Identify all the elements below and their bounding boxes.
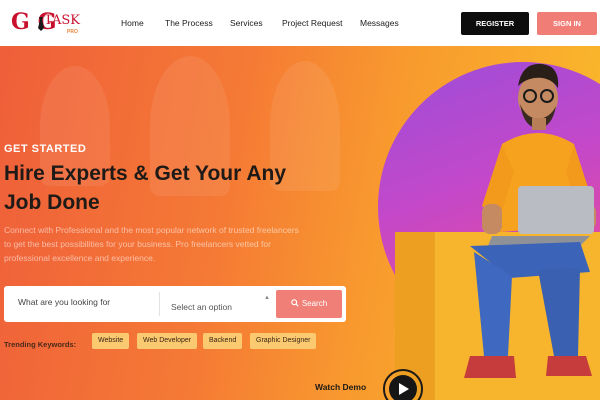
job-search-bar: What are you looking for Select an optio…: [4, 286, 346, 322]
play-icon: [399, 383, 409, 395]
register-button[interactable]: REGISTER: [461, 12, 529, 35]
gigtask-logo[interactable]: GG TASK PRO: [11, 9, 91, 39]
search-divider: [159, 292, 160, 316]
keyword-backend[interactable]: Backend: [203, 333, 243, 349]
logo-pro-text: PRO: [67, 29, 78, 35]
play-button-circle: [389, 375, 417, 400]
watch-demo-label[interactable]: Watch Demo: [315, 382, 366, 392]
search-input[interactable]: What are you looking for: [18, 297, 110, 307]
nav-messages[interactable]: Messages: [360, 17, 399, 29]
nav-the-process[interactable]: The Process: [165, 17, 213, 29]
hero-section: GET STARTED Hire Experts & Get Your Any …: [0, 46, 600, 400]
nav-home[interactable]: Home: [121, 17, 144, 29]
keyword-web-developer[interactable]: Web Developer: [137, 333, 198, 349]
trending-keywords-label: Trending Keywords:: [4, 340, 77, 349]
nav-project-request[interactable]: Project Request: [282, 17, 342, 29]
logo-task-text: TASK: [44, 13, 80, 28]
search-button-label: Search: [301, 299, 328, 308]
sign-in-button[interactable]: SIGN IN: [537, 12, 597, 35]
chevron-down-icon[interactable]: ▲: [264, 295, 270, 301]
hero-description: Connect with Professional and the most p…: [4, 225, 299, 263]
keyword-graphic-designer[interactable]: Graphic Designer: [250, 333, 317, 349]
category-select[interactable]: Select an option: [171, 302, 232, 312]
search-button[interactable]: Search: [276, 290, 342, 318]
keyword-website[interactable]: Website: [92, 333, 130, 349]
search-icon: [291, 299, 299, 307]
freelancer-with-laptop-illustration: [464, 63, 596, 378]
hero-eyebrow: GET STARTED: [4, 143, 87, 155]
nav-services[interactable]: Services: [230, 17, 263, 29]
hero-headline: Hire Experts & Get Your Any Job Done: [4, 162, 287, 214]
top-navbar: GG TASK PRO Home The Process Services Pr…: [0, 0, 600, 46]
